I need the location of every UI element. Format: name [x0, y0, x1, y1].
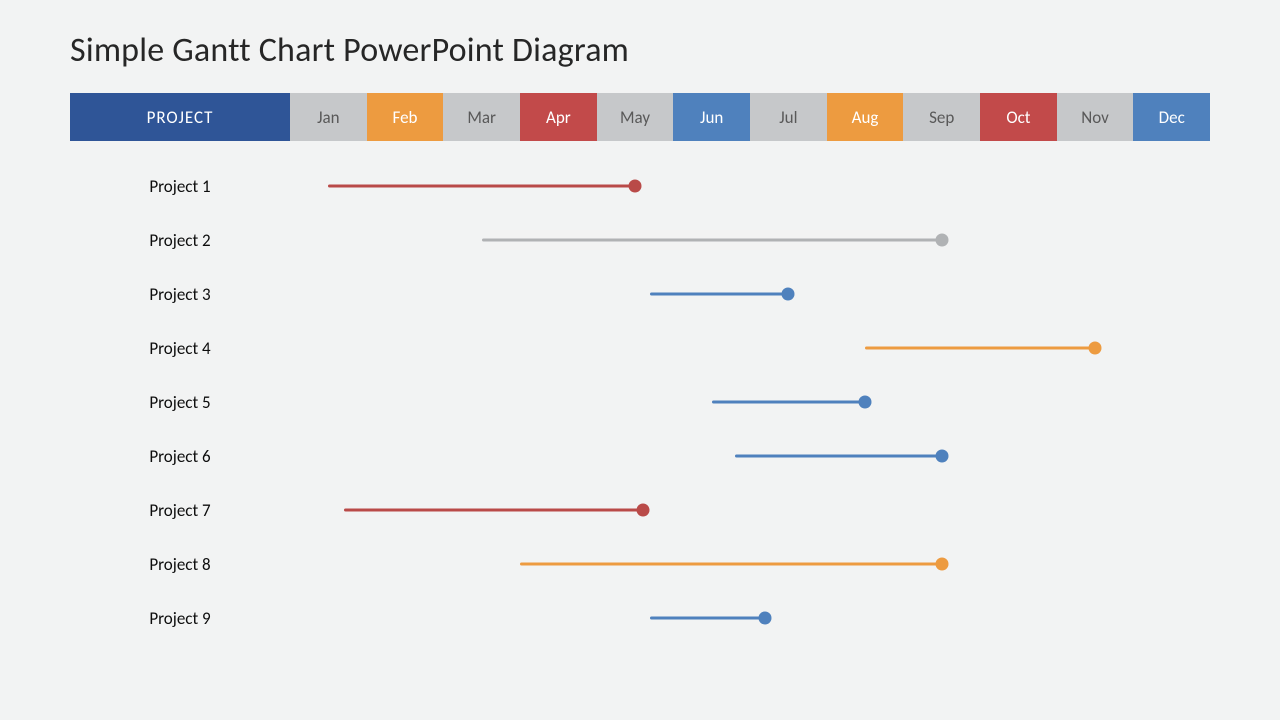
gantt-bar-row — [290, 375, 1210, 429]
gantt-bar-end-dot — [636, 504, 649, 517]
month-header-feb: Feb — [367, 93, 444, 141]
gantt-bar-end-dot — [1089, 342, 1102, 355]
gantt-bar-row — [290, 267, 1210, 321]
project-label: Project 5 — [70, 375, 290, 429]
month-header-may: May — [597, 93, 674, 141]
gantt-chart: PROJECT JanFebMarAprMayJunJulAugSepOctNo… — [70, 93, 1210, 645]
gantt-bar-end-dot — [935, 450, 948, 463]
month-header-nov: Nov — [1057, 93, 1134, 141]
month-header-dec: Dec — [1133, 93, 1210, 141]
gantt-bar-row — [290, 537, 1210, 591]
header-project-cell: PROJECT — [70, 93, 290, 141]
gantt-bar-end-dot — [759, 612, 772, 625]
project-label: Project 1 — [70, 159, 290, 213]
gantt-bar-line — [520, 563, 942, 566]
month-header-oct: Oct — [980, 93, 1057, 141]
gantt-header-row: PROJECT JanFebMarAprMayJunJulAugSepOctNo… — [70, 93, 1210, 141]
project-label: Project 8 — [70, 537, 290, 591]
gantt-bar-line — [650, 293, 788, 296]
gantt-bar-row — [290, 483, 1210, 537]
gantt-bar-end-dot — [782, 288, 795, 301]
gantt-bar-end-dot — [629, 180, 642, 193]
gantt-bar-line — [328, 185, 635, 188]
bars-column — [290, 159, 1210, 645]
labels-column: Project 1Project 2Project 3Project 4Proj… — [70, 159, 290, 645]
gantt-body: Project 1Project 2Project 3Project 4Proj… — [70, 159, 1210, 645]
project-label: Project 9 — [70, 591, 290, 645]
month-header-aug: Aug — [827, 93, 904, 141]
gantt-bar-row — [290, 321, 1210, 375]
gantt-bar-line — [344, 509, 643, 512]
project-label: Project 3 — [70, 267, 290, 321]
gantt-bar-end-dot — [935, 234, 948, 247]
month-header-mar: Mar — [443, 93, 520, 141]
gantt-bar-end-dot — [935, 558, 948, 571]
gantt-bar-line — [482, 239, 942, 242]
month-header-apr: Apr — [520, 93, 597, 141]
project-label: Project 2 — [70, 213, 290, 267]
month-header-jun: Jun — [673, 93, 750, 141]
month-header-jul: Jul — [750, 93, 827, 141]
header-months: JanFebMarAprMayJunJulAugSepOctNovDec — [290, 93, 1210, 141]
project-label: Project 7 — [70, 483, 290, 537]
gantt-bar-line — [650, 617, 765, 620]
gantt-bar-row — [290, 159, 1210, 213]
gantt-bar-row — [290, 429, 1210, 483]
gantt-bar-row — [290, 591, 1210, 645]
month-header-sep: Sep — [903, 93, 980, 141]
gantt-bar-line — [735, 455, 942, 458]
gantt-bar-end-dot — [859, 396, 872, 409]
project-label: Project 6 — [70, 429, 290, 483]
month-header-jan: Jan — [290, 93, 367, 141]
gantt-bar-line — [865, 347, 1095, 350]
gantt-bar-row — [290, 213, 1210, 267]
project-label: Project 4 — [70, 321, 290, 375]
gantt-bar-line — [712, 401, 865, 404]
page-title: Simple Gantt Chart PowerPoint Diagram — [70, 30, 1210, 71]
